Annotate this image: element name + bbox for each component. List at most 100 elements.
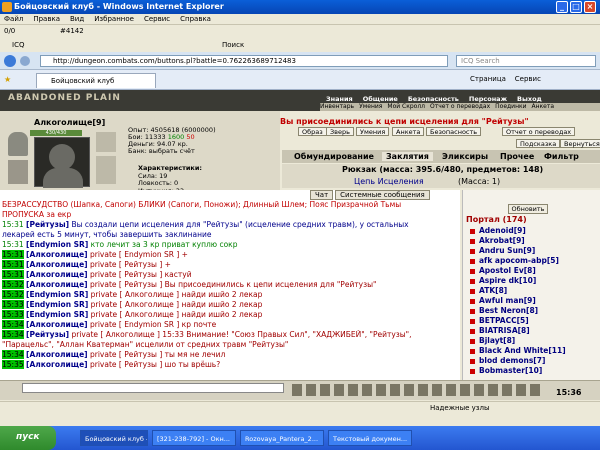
tab-filter[interactable]: Фильтр: [544, 152, 579, 161]
tab-spells[interactable]: Заклятия: [382, 152, 433, 161]
system-messages-tab[interactable]: Системные сообщения: [335, 190, 430, 200]
chat-nick[interactable]: [Алкоголище]: [26, 280, 88, 289]
url-input[interactable]: http://dungeon.combats.com/buttons.pl?ba…: [40, 55, 448, 67]
chat-nick[interactable]: [Алкоголище]: [26, 320, 88, 329]
chat-time[interactable]: 15:31: [2, 260, 24, 269]
chat-nick[interactable]: [Алкоголище]: [26, 260, 88, 269]
chat-time[interactable]: 15:32: [2, 280, 24, 289]
tab-equipment[interactable]: Обмундирование: [294, 152, 374, 161]
menu-file[interactable]: Файл: [0, 14, 29, 23]
player-list-item[interactable]: BIATRISA[8]: [470, 326, 530, 335]
tab-other[interactable]: Прочее: [500, 152, 534, 161]
player-list-item[interactable]: Bobmaster[10]: [470, 366, 542, 375]
nav-exit[interactable]: Выход: [517, 95, 542, 103]
player-list-item[interactable]: afk apocom-abp[5]: [470, 256, 559, 265]
player-list-item[interactable]: Andru Sun[9]: [470, 246, 535, 255]
bank-link[interactable]: Банк: выбрать счёт: [128, 148, 216, 155]
chat-time[interactable]: 15:31: [2, 240, 24, 249]
shield-slot-icon[interactable]: [96, 156, 116, 184]
nav-communication[interactable]: Общение: [363, 95, 398, 103]
player-list-item[interactable]: Bjlayt[8]: [470, 336, 515, 345]
helmet-slot-icon[interactable]: [8, 132, 28, 156]
menu-tools[interactable]: Сервис: [140, 14, 176, 23]
tab-elixirs[interactable]: Эликсиры: [442, 152, 488, 161]
player-list-item[interactable]: Black And White[11]: [470, 346, 566, 355]
pet-button[interactable]: Зверь: [326, 127, 354, 136]
taskbar-item[interactable]: Бойцовский клуб - ...: [80, 430, 148, 446]
healing-chain-item[interactable]: Цепь Исцеления: [354, 177, 424, 186]
hint-button[interactable]: Подсказка: [516, 139, 561, 148]
chat-nick[interactable]: [Endymion SR]: [26, 290, 88, 299]
chat-nick[interactable]: [Endymion SR]: [26, 310, 88, 319]
nav-inventory[interactable]: Инвентарь: [320, 103, 354, 110]
profile-button[interactable]: Анкета: [392, 127, 425, 136]
chat-time[interactable]: 15:31: [2, 220, 24, 229]
chat-time[interactable]: 15:33: [2, 310, 24, 319]
skills-button[interactable]: Умения: [356, 127, 390, 136]
back-icon[interactable]: [4, 55, 16, 67]
start-button[interactable]: пуск: [0, 426, 56, 450]
taskbar-item[interactable]: Rozovaya_Pantera_2...: [240, 430, 324, 446]
forward-icon[interactable]: [20, 56, 30, 66]
chat-tab[interactable]: Чат: [310, 190, 334, 200]
chat-nick[interactable]: [Рейтузы]: [26, 330, 69, 339]
menu-help[interactable]: Справка: [176, 14, 217, 23]
nav-transfers[interactable]: Отчет о переводах: [430, 103, 490, 110]
chat-nick[interactable]: [Endymion SR]: [26, 300, 88, 309]
player-list-item[interactable]: Best Neron[8]: [470, 306, 538, 315]
character-name[interactable]: Алкоголище[9]: [34, 118, 105, 127]
security-button[interactable]: Безопасность: [426, 127, 482, 136]
menu-view[interactable]: Вид: [66, 14, 90, 23]
page-menu[interactable]: Страница: [470, 75, 506, 83]
player-list-item[interactable]: BETPACC[5]: [470, 316, 529, 325]
nav-skills[interactable]: Умения: [359, 103, 382, 110]
menu-edit[interactable]: Правка: [29, 14, 66, 23]
return-button[interactable]: Вернуться: [560, 139, 600, 148]
tools-menu[interactable]: Сервис: [515, 75, 541, 83]
player-list-item[interactable]: Akrobat[9]: [470, 236, 525, 245]
browser-tab[interactable]: Бойцовский клуб: [36, 73, 156, 88]
avatar[interactable]: [34, 137, 90, 188]
chat-time[interactable]: 15:35: [2, 360, 24, 369]
ie-search-input[interactable]: ICQ Search: [456, 55, 596, 67]
maximize-icon[interactable]: □: [570, 1, 582, 13]
chat-time[interactable]: 15:31: [2, 250, 24, 259]
refresh-button[interactable]: Обновить: [508, 204, 548, 214]
nav-scroll[interactable]: Мой Скролл: [387, 103, 425, 110]
nav-knowledge[interactable]: Знания: [326, 95, 353, 103]
player-list-item[interactable]: Apostol Ev[8]: [470, 266, 536, 275]
chat-nick[interactable]: [Алкоголище]: [26, 360, 88, 369]
minimize-icon[interactable]: _: [556, 1, 568, 13]
armor-slot-icon[interactable]: [8, 160, 28, 184]
chat-time[interactable]: 15:34: [2, 320, 24, 329]
chat-time[interactable]: 15:34: [2, 350, 24, 359]
player-list-item[interactable]: ATK[8]: [470, 286, 507, 295]
nav-character[interactable]: Персонаж: [469, 95, 507, 103]
transfers-button[interactable]: Отчет о переводах: [502, 127, 576, 136]
player-list-item[interactable]: Awful man[9]: [470, 296, 536, 305]
chat-time[interactable]: 15:32: [2, 290, 24, 299]
player-list-item[interactable]: Aspire dk[10]: [470, 276, 536, 285]
chat-time[interactable]: 15:33: [2, 300, 24, 309]
search-button[interactable]: Поиск: [222, 41, 244, 49]
chat-nick[interactable]: [Алкоголище]: [26, 250, 88, 259]
chat-nick[interactable]: [Рейтузы]: [26, 220, 69, 229]
nav-fights[interactable]: Поединки: [495, 103, 526, 110]
taskbar-item[interactable]: Текстовый докумен...: [328, 430, 412, 446]
ring-slot-icon[interactable]: [96, 132, 116, 152]
icq-link[interactable]: ICQ: [12, 41, 24, 49]
chat-nick[interactable]: [Endymion SR]: [26, 240, 88, 249]
chat-toolbar-icons[interactable]: [292, 384, 542, 396]
player-list-item[interactable]: blod demons[7]: [470, 356, 545, 365]
taskbar-item[interactable]: [321-238-792] - Окн...: [152, 430, 236, 446]
player-list-item[interactable]: Adenoid[9]: [470, 226, 526, 235]
chat-time[interactable]: 15:31: [2, 270, 24, 279]
menu-favorites[interactable]: Избранное: [90, 14, 140, 23]
image-button[interactable]: Образ: [298, 127, 327, 136]
chat-nick[interactable]: [Алкоголище]: [26, 350, 88, 359]
chat-time[interactable]: 15:34: [2, 330, 24, 339]
nav-profile[interactable]: Анкета: [532, 103, 555, 110]
nav-security[interactable]: Безопасность: [408, 95, 459, 103]
chat-input[interactable]: [22, 383, 284, 393]
chat-nick[interactable]: [Алкоголище]: [26, 270, 88, 279]
